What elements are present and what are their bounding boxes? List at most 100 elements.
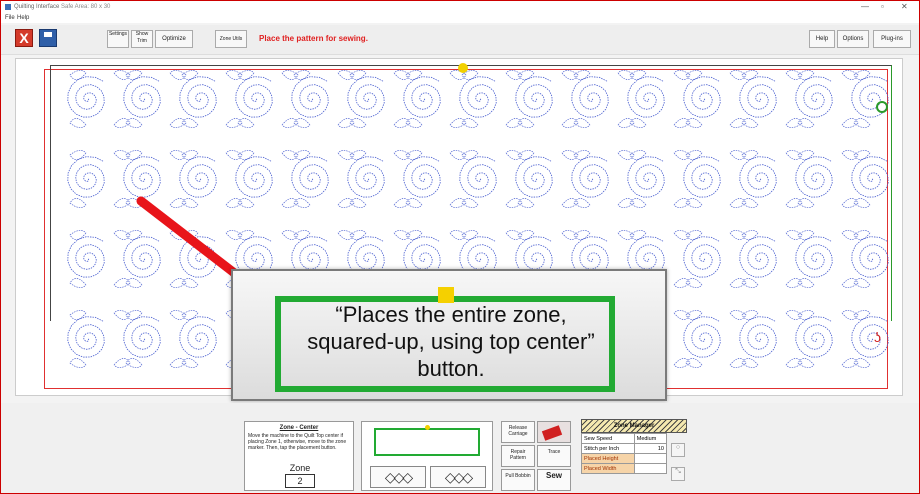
leaf-motif	[673, 70, 691, 80]
leaf-motif	[125, 70, 143, 80]
reset-speed-button[interactable]: ○	[671, 443, 685, 457]
leaf-motif	[337, 198, 355, 208]
minimize-button[interactable]: —	[861, 2, 869, 11]
status-message: Place the pattern for sewing.	[259, 34, 368, 43]
leaf-motif	[841, 150, 859, 160]
leaf-motif	[281, 118, 299, 128]
eraser-icon[interactable]	[537, 421, 571, 443]
top-center-marker[interactable]	[458, 63, 468, 73]
repair-pattern-button[interactable]: Repair Pattern	[501, 445, 535, 467]
zone-number-input[interactable]: 2	[285, 474, 315, 488]
sew-speed-label: Sew Speed	[581, 433, 635, 444]
leaf-motif	[729, 310, 747, 320]
leaf-motif	[449, 150, 467, 160]
leaf-motif	[393, 230, 411, 240]
place-zone-button[interactable]: ◇◇◇	[430, 466, 486, 488]
leaf-motif	[617, 118, 635, 128]
trace-button[interactable]: Trace	[537, 445, 571, 467]
pull-bobbin-button[interactable]: Pull Bobbin	[501, 469, 535, 491]
table-row: Sew Speed Medium	[581, 433, 668, 444]
leaf-motif	[113, 198, 131, 208]
sew-label: Sew	[545, 471, 562, 480]
leaf-motif	[69, 310, 87, 320]
leaf-motif	[797, 358, 815, 368]
zone-panel-title: Zone - Center	[279, 425, 319, 431]
placed-width-label: Placed Width	[581, 463, 635, 474]
spiral-motif	[683, 76, 721, 118]
leaf-motif	[505, 118, 523, 128]
leaf-motif	[393, 198, 411, 208]
help-button[interactable]: Help	[809, 30, 835, 48]
leaf-motif	[853, 198, 871, 208]
leaf-motif	[293, 70, 311, 80]
zone-manager-table: Sew Speed Medium Stitch per Inch 10 Placed…	[581, 433, 668, 474]
exit-button[interactable]: X	[15, 29, 33, 47]
leaf-motif	[505, 230, 523, 240]
spiral-motif	[795, 316, 833, 358]
sew-speed-value[interactable]: Medium	[633, 433, 668, 444]
spiral-motif	[739, 156, 777, 198]
release-carriage-button[interactable]: Release Carriage	[501, 421, 535, 443]
trace-label: Trace	[547, 449, 561, 455]
leaf-motif	[505, 150, 523, 160]
leaf-motif	[337, 230, 355, 240]
leaf-motif	[237, 150, 255, 160]
start-point-icon	[876, 101, 888, 113]
menu-file[interactable]: File	[5, 15, 15, 21]
leaf-motif	[505, 198, 523, 208]
optimize-button[interactable]: Optimize	[155, 30, 193, 48]
table-row: Placed Height	[581, 453, 668, 464]
stitch-per-inch-value[interactable]: 10	[633, 443, 668, 454]
zone-label: Zone	[289, 463, 311, 473]
place-zone-top-center-button[interactable]: ◇◇◇	[370, 466, 426, 488]
options-button[interactable]: Options	[837, 30, 869, 48]
leaf-motif	[785, 278, 803, 288]
leaf-motif	[741, 310, 759, 320]
leaf-motif	[461, 118, 479, 128]
leaf-motif	[629, 118, 647, 128]
table-row: Placed Width	[581, 463, 668, 474]
leaf-motif	[685, 70, 703, 80]
window-close-button[interactable]: ✕	[901, 2, 908, 11]
stitch-per-inch-label: Stitch per Inch	[581, 443, 635, 454]
zone-manager-title: Zone Manager	[581, 419, 687, 433]
leaf-motif	[561, 118, 579, 128]
menu-help[interactable]: Help	[17, 15, 29, 21]
leaf-motif	[841, 278, 859, 288]
leaf-motif	[113, 278, 131, 288]
toolbar: X Settings Show Trim Optimize Zone Utils…	[1, 25, 919, 55]
leaf-motif	[617, 150, 635, 160]
leaf-motif	[785, 118, 803, 128]
menu-bar: File Help	[1, 13, 919, 23]
leaf-motif	[113, 310, 131, 320]
leaf-motif	[349, 70, 367, 80]
leaf-motif	[841, 70, 859, 80]
window-title: Quilting Interface	[14, 4, 60, 10]
show-trim-button[interactable]: Show Trim	[131, 30, 153, 48]
maximize-button[interactable]: ▫	[881, 2, 884, 11]
leaf-motif	[113, 150, 131, 160]
leaf-motif	[237, 118, 255, 128]
leaf-motif	[125, 118, 143, 128]
leaf-motif	[729, 150, 747, 160]
spiral-motif	[683, 156, 721, 198]
leaf-motif	[741, 230, 759, 240]
spiral-motif	[683, 316, 721, 358]
leaf-motif	[841, 230, 859, 240]
spiral-motif	[683, 236, 721, 278]
spiral-motif	[459, 156, 497, 198]
plugins-button[interactable]: Plug-ins	[873, 30, 911, 48]
leaf-motif	[673, 278, 691, 288]
leaf-motif	[69, 230, 87, 240]
resize-icon[interactable]: ⤡	[671, 467, 685, 481]
placed-width-value	[633, 463, 668, 474]
settings-button[interactable]: Settings	[107, 30, 129, 48]
preview-marker	[425, 425, 430, 430]
sew-button[interactable]: Sew	[537, 469, 571, 491]
zone-utils-button[interactable]: Zone Utils	[215, 30, 247, 48]
leaf-motif	[797, 118, 815, 128]
save-icon[interactable]	[39, 29, 57, 47]
leaf-motif	[785, 230, 803, 240]
spiral-motif	[515, 156, 553, 198]
leaf-motif	[729, 70, 747, 80]
